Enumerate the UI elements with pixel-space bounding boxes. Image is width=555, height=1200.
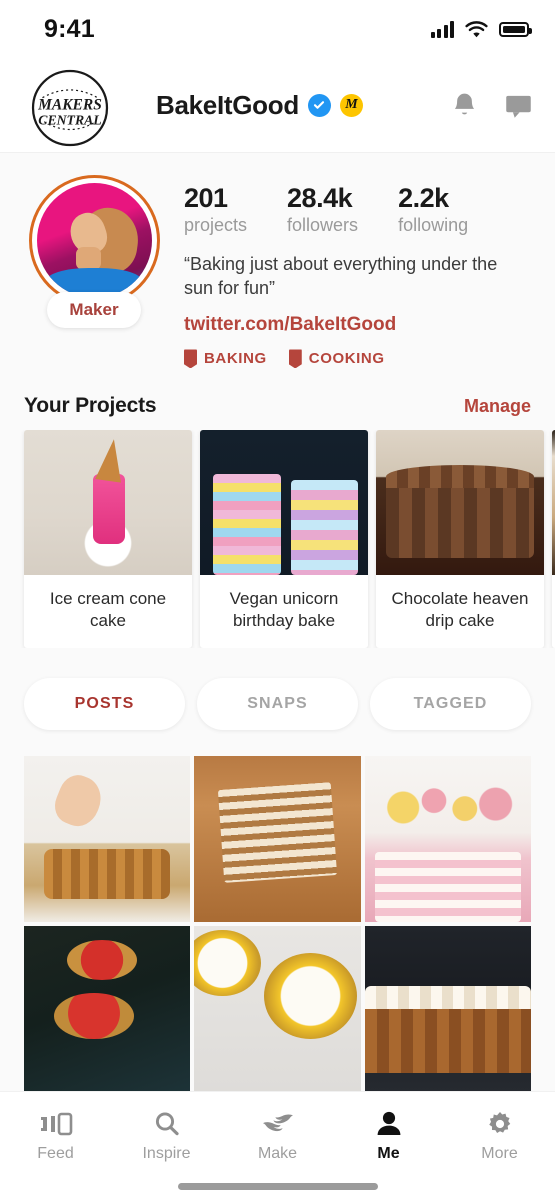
ice-cream-cone-cake-photo	[24, 430, 192, 576]
stat-following[interactable]: 2.2k following	[398, 183, 468, 238]
profile-bio: “Baking just about everything under the …	[184, 253, 498, 298]
stat-label: followers	[287, 215, 359, 236]
berry-tartlets-dark-photo[interactable]	[24, 926, 191, 1091]
stat-label: projects	[184, 215, 248, 236]
avatar[interactable]	[28, 175, 160, 306]
photo-grid	[0, 755, 555, 1091]
avatar-column: Maker	[24, 175, 164, 368]
tag-cooking[interactable]: COOKING	[288, 349, 385, 369]
content-tabs: POSTS SNAPS TAGGED	[0, 648, 555, 756]
status-bar: 9:41	[0, 0, 555, 58]
nav-label: Make	[257, 1145, 298, 1162]
profile-tags: BAKING COOKING	[184, 349, 531, 369]
nav-item-make[interactable]: Make	[222, 1106, 333, 1171]
makers-m-badge-icon: M	[339, 93, 363, 117]
search-icon	[155, 1112, 179, 1136]
lemon-blackberry-tarts-photo[interactable]	[194, 926, 361, 1091]
profile-stats: 201 projects 28.4k followers 2.2k follow…	[184, 183, 531, 238]
piping-cream-cake-photo[interactable]	[364, 926, 531, 1091]
status-time: 9:41	[44, 14, 95, 43]
stat-value: 28.4k	[287, 183, 353, 213]
tag-baking[interactable]: BAKING	[184, 349, 267, 369]
home-indicator	[177, 1183, 378, 1190]
stat-value: 2.2k	[398, 183, 449, 213]
macaron-drip-cake-photo[interactable]	[364, 755, 531, 923]
app-screen: 9:41 MAKERS CENTRAL BakeItGood M Maker 2…	[0, 0, 555, 1200]
project-caption: Ice cream cone cake	[49, 589, 167, 631]
makers-central-logo[interactable]: MAKERS CENTRAL	[26, 64, 114, 152]
page-title: BakeItGood	[156, 89, 299, 120]
stat-label: following	[398, 215, 469, 236]
header-actions	[451, 91, 533, 120]
nav-item-inspire[interactable]: Inspire	[111, 1106, 222, 1171]
signal-bars-icon	[430, 20, 454, 38]
verified-check-icon	[307, 93, 331, 117]
hands-make-icon	[262, 1114, 293, 1132]
nav-label: Feed	[37, 1145, 74, 1162]
chat-bubble-icon[interactable]	[504, 92, 533, 119]
project-card[interactable]: Vegan unicorn birthday bake	[200, 430, 368, 648]
gear-icon	[488, 1112, 510, 1133]
manage-link[interactable]: Manage	[464, 396, 531, 417]
profile-details: 201 projects 28.4k followers 2.2k follow…	[184, 175, 531, 369]
nav-label: Me	[377, 1145, 400, 1162]
tab-tagged[interactable]: TAGGED	[370, 677, 531, 730]
projects-carousel[interactable]: Ice cream cone cake Vegan unicorn birthd…	[0, 430, 555, 648]
nav-item-more[interactable]: More	[444, 1106, 555, 1171]
nav-label: Inspire	[142, 1145, 191, 1162]
bottom-navigation: Feed Inspire Make Me More	[0, 1091, 555, 1200]
profile-section: Maker 201 projects 28.4k followers 2.2k …	[0, 153, 555, 369]
status-indicators	[430, 20, 532, 38]
section-title: Your Projects	[24, 394, 157, 418]
tab-snaps[interactable]: SNAPS	[197, 677, 358, 730]
wifi-icon	[465, 20, 488, 37]
app-header: MAKERS CENTRAL BakeItGood M	[0, 58, 555, 153]
bell-icon[interactable]	[451, 91, 478, 120]
stat-followers[interactable]: 28.4k followers	[287, 183, 358, 238]
vegan-unicorn-cake-photo	[200, 430, 368, 576]
profile-link[interactable]: twitter.com/BakeItGood	[184, 314, 531, 336]
profile-title-group: BakeItGood M	[156, 90, 437, 121]
chocolate-drip-cake-photo	[376, 430, 544, 576]
ribbon-badge-icon	[288, 349, 302, 369]
tab-posts[interactable]: POSTS	[24, 677, 185, 730]
nav-item-me[interactable]: Me	[333, 1106, 444, 1171]
nav-item-feed[interactable]: Feed	[0, 1106, 111, 1171]
cards-feed-icon	[40, 1112, 72, 1136]
project-caption: Vegan unicorn birthday bake	[229, 589, 339, 631]
project-card[interactable]: Ice cream cone cake	[24, 430, 192, 648]
stat-value: 201	[184, 183, 228, 213]
status-badge: Maker	[47, 292, 141, 328]
scroll-content: Maker 201 projects 28.4k followers 2.2k …	[0, 153, 555, 1091]
project-card[interactable]: Chocolate heaven drip cake	[376, 430, 544, 648]
svg-text:MAKERS: MAKERS	[37, 97, 102, 114]
stat-projects[interactable]: 201 projects	[184, 183, 247, 238]
battery-full-icon	[499, 21, 532, 37]
ribbon-badge-icon	[184, 349, 197, 369]
tag-label: BAKING	[204, 350, 267, 368]
nav-label: More	[481, 1145, 518, 1162]
projects-header: Your Projects Manage	[0, 368, 555, 430]
layered-honey-cake-photo[interactable]	[194, 755, 361, 923]
svg-text:CENTRAL: CENTRAL	[38, 112, 101, 127]
project-caption: Chocolate heaven drip cake	[391, 589, 529, 631]
blueberry-drip-cake-photo[interactable]	[24, 755, 191, 923]
person-icon	[377, 1111, 400, 1135]
tag-label: COOKING	[308, 350, 385, 368]
